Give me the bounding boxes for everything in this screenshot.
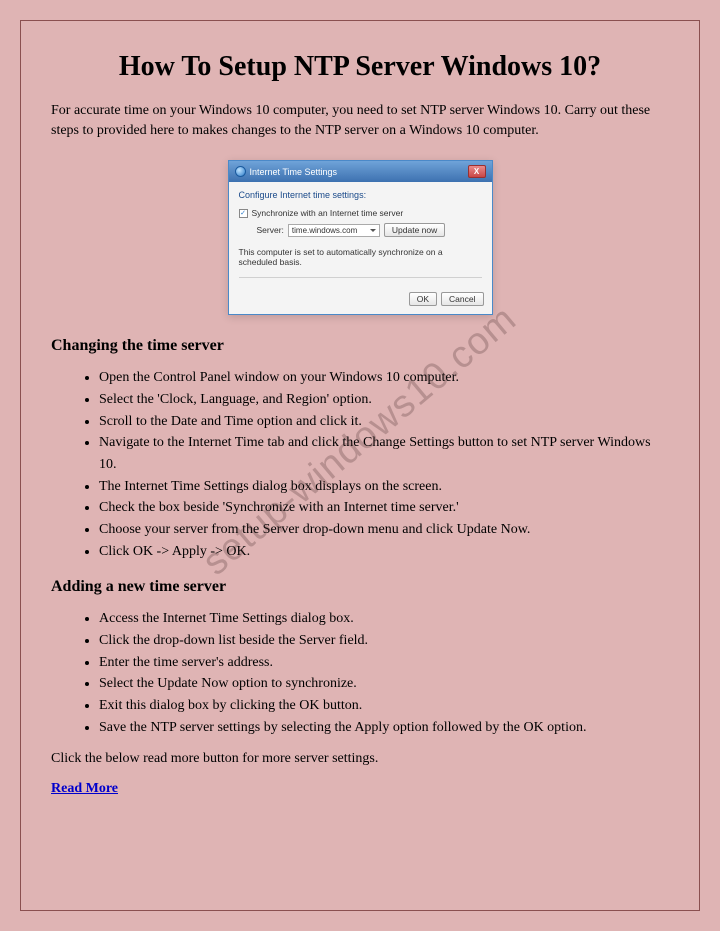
update-now-button[interactable]: Update now [384, 223, 445, 237]
list-item: Exit this dialog box by clicking the OK … [99, 695, 669, 717]
sync-checkbox[interactable]: ✓ [239, 209, 248, 218]
dialog-footer: OK Cancel [229, 292, 492, 314]
ok-button[interactable]: OK [409, 292, 437, 306]
list-item: Access the Internet Time Settings dialog… [99, 608, 669, 630]
list-item: Select the 'Clock, Language, and Region'… [99, 389, 669, 411]
intro-paragraph: For accurate time on your Windows 10 com… [51, 101, 669, 140]
cancel-button[interactable]: Cancel [441, 292, 483, 306]
list-item: Click OK -> Apply -> OK. [99, 541, 669, 563]
dialog-title-left: Internet Time Settings [235, 166, 338, 177]
section2-list: Access the Internet Time Settings dialog… [99, 608, 669, 738]
list-item: Open the Control Panel window on your Wi… [99, 367, 669, 389]
dialog-titlebar: Internet Time Settings X [229, 161, 492, 182]
list-item: Enter the time server's address. [99, 652, 669, 674]
read-more-link[interactable]: Read More [51, 781, 118, 796]
closing-paragraph: Click the below read more button for mor… [51, 751, 669, 767]
server-value: time.windows.com [292, 226, 357, 235]
section1-heading: Changing the time server [51, 337, 669, 355]
list-item: Select the Update Now option to synchron… [99, 673, 669, 695]
section2-heading: Adding a new time server [51, 578, 669, 596]
list-item: Navigate to the Internet Time tab and cl… [99, 432, 669, 475]
list-item: Choose your server from the Server drop-… [99, 519, 669, 541]
list-item: Check the box beside 'Synchronize with a… [99, 497, 669, 519]
sync-label: Synchronize with an Internet time server [252, 208, 404, 218]
list-item: Save the NTP server settings by selectin… [99, 717, 669, 739]
document-page: setup-windows10.com How To Setup NTP Ser… [20, 20, 700, 911]
close-icon[interactable]: X [468, 165, 486, 178]
dialog-title-text: Internet Time Settings [250, 167, 338, 177]
server-label: Server: [257, 225, 284, 235]
list-item: The Internet Time Settings dialog box di… [99, 476, 669, 498]
list-item: Scroll to the Date and Time option and c… [99, 411, 669, 433]
list-item: Click the drop-down list beside the Serv… [99, 630, 669, 652]
server-row: Server: time.windows.com Update now [239, 223, 482, 237]
dialog-status-text: This computer is set to automatically sy… [239, 247, 482, 267]
chevron-down-icon [370, 229, 376, 232]
dialog-body-title: Configure Internet time settings: [239, 190, 482, 200]
globe-icon [235, 166, 246, 177]
section1-list: Open the Control Panel window on your Wi… [99, 367, 669, 562]
sync-row: ✓ Synchronize with an Internet time serv… [239, 208, 482, 218]
dialog-screenshot-container: Internet Time Settings X Configure Inter… [51, 160, 669, 315]
internet-time-settings-dialog: Internet Time Settings X Configure Inter… [228, 160, 493, 315]
server-dropdown[interactable]: time.windows.com [288, 224, 380, 237]
dialog-body: Configure Internet time settings: ✓ Sync… [229, 182, 492, 292]
page-title: How To Setup NTP Server Windows 10? [51, 51, 669, 83]
dialog-divider [239, 277, 482, 278]
